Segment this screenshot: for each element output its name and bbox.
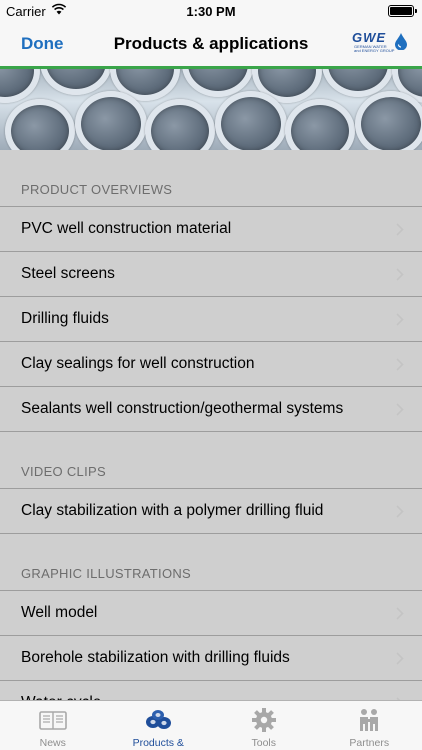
list-item[interactable]: Clay sealings for well construction [0,342,422,387]
tab-products-applications[interactable]: Products & applications [106,701,212,750]
chevron-right-icon [396,268,404,281]
chevron-right-icon [396,403,404,416]
pipe-shape [355,91,422,150]
tab-news[interactable]: News [0,701,106,750]
status-bar: Carrier 1:30 PM [0,0,422,22]
section-header-label: GRAPHIC ILLUSTRATIONS [21,566,192,581]
navigation-bar: Done Products & applications GWE GERMAN … [0,22,422,66]
list-item-label: Clay sealings for well construction [21,355,255,372]
list-item[interactable]: Water cycle [0,681,422,700]
list-item-label: Well model [21,604,98,621]
handshake-icon [354,707,384,733]
pipe-shape [285,99,355,150]
logo-subtext: GERMAN WATER and ENERGY GROUP [354,44,395,53]
list-item[interactable]: Drilling fluids [0,297,422,342]
section-header-label: VIDEO CLIPS [21,464,106,479]
section-header: PRODUCT OVERVIEWS [0,150,422,207]
clock-label: 1:30 PM [186,4,236,19]
section-header: VIDEO CLIPS [0,432,422,489]
chevron-right-icon [396,505,404,518]
section-header-label: PRODUCT OVERVIEWS [21,182,173,197]
chevron-right-icon [396,223,404,236]
list-item[interactable]: Steel screens [0,252,422,297]
newspaper-icon [38,707,68,733]
tab-label: Partners [349,737,390,749]
pipes-banner-image [0,69,422,150]
logo-text: GWE [352,30,387,45]
chevron-right-icon [396,607,404,620]
list-item-label: PVC well construction material [21,220,232,237]
pipe-shape [5,99,75,150]
gear-icon [249,707,279,733]
chevron-right-icon [396,652,404,665]
list-item-label: Drilling fluids [21,310,109,327]
list-item[interactable]: PVC well construction material [0,207,422,252]
product-list: PRODUCT OVERVIEWS PVC well construction m… [0,150,422,700]
gwe-logo: GWE GERMAN WATER and ENERGY GROUP [352,30,408,58]
tab-label: Products & applications [131,737,186,750]
list-item-label: Borehole stabilization with drilling flu… [21,649,290,666]
pipe-shape [75,91,147,150]
pipe-shape [145,99,215,150]
chevron-right-icon [396,313,404,326]
tab-label: News [39,737,66,749]
tab-bar: News Products & applications Tools Partners [0,700,422,750]
tab-partners[interactable]: Partners [317,701,422,750]
pipe-shape [215,91,287,150]
chevron-right-icon [396,358,404,371]
list-item[interactable]: Sealants well construction/geothermal sy… [0,387,422,432]
list-item[interactable]: Well model [0,591,422,636]
section-header: GRAPHIC ILLUSTRATIONS [0,534,422,591]
list-item-label: Sealants well construction/geothermal sy… [21,400,344,417]
water-drop-icon [395,33,407,50]
pipe-shape [0,69,40,103]
list-item-label: Clay stabilization with a polymer drilli… [21,502,324,519]
list-item[interactable]: Borehole stabilization with drilling flu… [0,636,422,681]
pipes-icon [143,707,173,733]
list-item-label: Steel screens [21,265,115,282]
battery-icon [388,5,417,17]
tab-tools[interactable]: Tools [211,701,317,750]
list-item[interactable]: Clay stabilization with a polymer drilli… [0,489,422,534]
tab-label: Tools [251,737,276,749]
